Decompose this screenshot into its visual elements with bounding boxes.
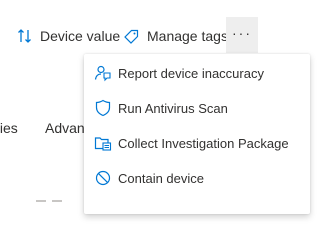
device-value-button[interactable]: Device value [17, 22, 120, 50]
report-person-icon [94, 65, 111, 82]
menu-item-contain-device[interactable]: Contain device [84, 161, 310, 195]
menu-item-run-antivirus-scan[interactable]: Run Antivirus Scan [84, 91, 310, 125]
menu-item-label: Collect Investigation Package [118, 135, 289, 151]
manage-tags-button[interactable]: Manage tags [123, 22, 228, 50]
sort-arrows-icon [18, 29, 31, 43]
divider [36, 200, 46, 202]
divider [52, 200, 62, 202]
device-value-label: Device value [40, 28, 121, 44]
tab-properties[interactable]: ties [0, 120, 18, 136]
shield-icon [95, 99, 111, 117]
more-dots-icon: ··· [232, 25, 252, 41]
menu-item-label: Contain device [118, 170, 204, 186]
menu-item-label: Report device inaccuracy [118, 65, 264, 81]
tag-icon [124, 29, 139, 44]
block-icon [95, 170, 111, 186]
menu-item-collect-investigation-package[interactable]: Collect Investigation Package [84, 126, 310, 160]
more-actions-button[interactable]: ··· [226, 17, 258, 53]
package-icon [94, 137, 112, 151]
more-actions-menu: Report device inaccuracy Run Antivirus S… [84, 54, 310, 214]
menu-item-report-device-inaccuracy[interactable]: Report device inaccuracy [84, 56, 310, 90]
manage-tags-label: Manage tags [147, 28, 228, 44]
menu-item-label: Run Antivirus Scan [118, 100, 228, 116]
toolbar: Device value Manage tags ··· [0, 17, 300, 53]
